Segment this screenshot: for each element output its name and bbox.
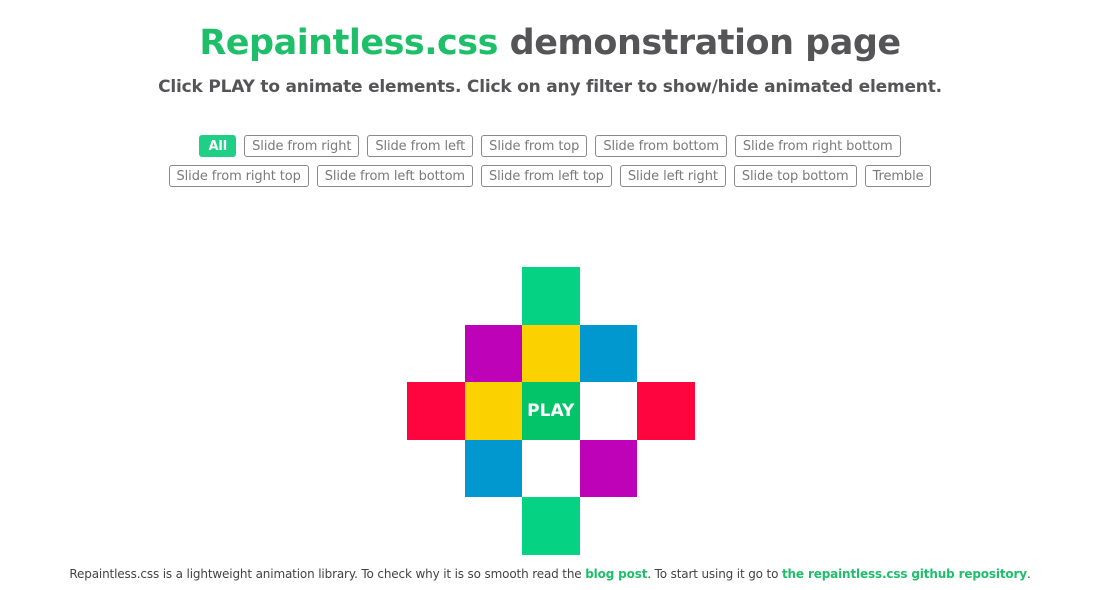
filter-slide-from-left-top-button[interactable]: Slide from left top (481, 165, 612, 187)
filter-tremble-button[interactable]: Tremble (864, 165, 932, 187)
filter-all-button[interactable]: All (199, 135, 237, 157)
filter-row-1: All Slide from right Slide from left Slide … (0, 135, 1100, 157)
brand-name: Repaintless.css (199, 23, 498, 63)
play-button[interactable]: PLAY (522, 382, 580, 440)
footer-text-2: . To start using it go to (647, 567, 782, 581)
page-subtitle: Click PLAY to animate elements. Click on… (158, 77, 942, 97)
filter-slide-top-bottom-button[interactable]: Slide top bottom (733, 165, 857, 187)
filter-slide-left-right-button[interactable]: Slide left right (619, 165, 726, 187)
footer-text-3: . (1026, 567, 1031, 581)
animated-tile-blue (579, 324, 637, 382)
animated-tile-green (522, 497, 580, 555)
animated-tile-yellow (522, 324, 580, 382)
filter-slide-from-bottom-button[interactable]: Slide from bottom (595, 135, 727, 157)
animated-tile-red (407, 382, 465, 440)
filter-slide-from-right-bottom-button[interactable]: Slide from right bottom (734, 135, 901, 157)
filter-slide-from-left-button[interactable]: Slide from left (367, 135, 474, 157)
animation-grid: PLAY (407, 267, 695, 555)
filter-slide-from-right-top-button[interactable]: Slide from right top (168, 165, 309, 187)
filter-slide-from-right-button[interactable]: Slide from right (244, 135, 360, 157)
filter-slide-from-top-button[interactable]: Slide from top (481, 135, 588, 157)
footer-text-1: Repaintless.css is a lightweight animati… (69, 567, 586, 581)
animated-tile-purple (464, 324, 522, 382)
blog-post-link[interactable]: blog post (585, 567, 647, 581)
filter-row-2: Slide from right top Slide from left bott… (0, 165, 1100, 187)
github-repository-link[interactable]: the repaintless.css github repository (782, 567, 1027, 581)
animated-tile-green (522, 267, 580, 325)
title-rest: demonstration page (497, 23, 902, 63)
animated-tile-purple (579, 439, 637, 497)
animated-tile-yellow (464, 382, 522, 440)
animated-tile-blue (464, 439, 522, 497)
filter-slide-from-left-bottom-button[interactable]: Slide from left bottom (316, 165, 473, 187)
animated-tile-red (637, 382, 695, 440)
page-title: Repaintless.css demonstration page (0, 22, 1100, 64)
footer: Repaintless.css is a lightweight animati… (0, 566, 1100, 582)
